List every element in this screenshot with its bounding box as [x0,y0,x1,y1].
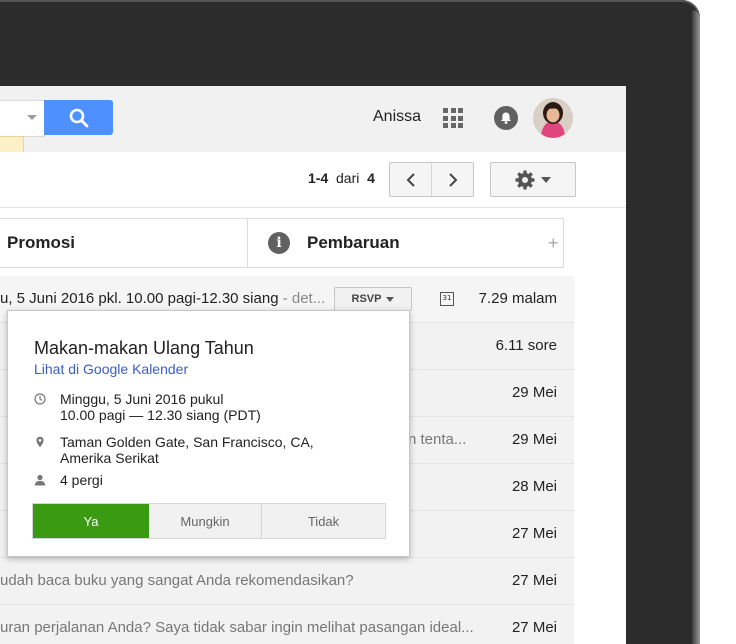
email-row[interactable]: udah baca buku yang sangat Anda rekomend… [0,558,574,605]
rsvp-no-button[interactable]: Tidak [262,504,385,538]
settings-button[interactable] [490,162,576,197]
email-snippet: - det... [278,290,326,307]
email-subject-text: u, 5 Juni 2016 pkl. 10.00 pagi-12.30 sia… [0,290,279,307]
gmail-screen: Anissa 1-4 dari 4 Promosi i Pembaruan + … [0,86,626,644]
rsvp-maybe-button[interactable]: Mungkin [149,504,262,538]
email-snippet: uran perjalanan Anda? Saya tidak sabar i… [0,619,474,636]
pager-of: dari [336,170,360,186]
email-date: 6.11 sore [495,337,557,354]
event-time-line1: Minggu, 5 Juni 2016 pukul [60,391,224,407]
info-icon: i [268,232,290,254]
event-location-line2: Amerika Serikat [60,450,159,466]
event-title: Makan-makan Ulang Tahun [34,338,254,358]
email-date: 7.29 malam [478,290,557,307]
chevron-right-icon [448,172,457,187]
email-snippet: udah baca buku yang sangat Anda rekomend… [0,572,354,589]
event-location-line1: Taman Golden Gate, San Francisco, CA, [60,434,314,450]
search-input[interactable] [0,100,45,137]
search-button[interactable] [44,100,113,135]
tab-pembaruan-label: Pembaruan [307,233,400,252]
email-date: 27 Mei [511,525,557,542]
location-pin-icon [36,436,44,448]
tab-promosi-label: Promosi [7,233,76,252]
email-date: 27 Mei [511,572,557,589]
rsvp-options: Ya Mungkin Tidak [32,503,386,539]
pager-total: 4 [367,170,375,186]
email-subject: u, 5 Juni 2016 pkl. 10.00 pagi-12.30 sia… [0,290,325,307]
header-bar: Anissa [0,86,626,152]
avatar[interactable] [533,98,573,138]
notifications-bell-icon[interactable] [494,106,518,130]
tab-pembaruan[interactable]: i Pembaruan [268,219,400,267]
rsvp-yes-button[interactable]: Ya [33,504,149,538]
email-date: 29 Mei [511,431,557,448]
apps-grid-icon[interactable] [443,108,463,128]
clock-icon [34,393,46,405]
google-calendar-link[interactable]: Lihat di Google Kalender [34,361,188,377]
event-rsvp-popup: Makan-makan Ulang Tahun Lihat di Google … [7,310,410,557]
chevron-left-icon [406,172,415,187]
calendar-icon: 31 [440,292,454,306]
gear-icon [515,170,535,189]
pager-range: 1-4 [308,170,329,186]
user-name[interactable]: Anissa [373,108,421,126]
search-icon [69,108,88,127]
previous-page-button[interactable] [390,163,431,196]
email-row[interactable]: uran perjalanan Anda? Saya tidak sabar i… [0,605,574,644]
search-options-caret-icon[interactable] [27,115,37,120]
mail-toolbar: 1-4 dari 4 [0,152,626,208]
pager-nav [389,162,474,197]
chevron-down-icon [541,176,551,183]
tab-divider [563,219,564,267]
event-time-line2: 10.00 pagi — 12.30 siang (PDT) [60,407,261,423]
chevron-down-icon [386,296,395,302]
tab-promosi[interactable]: Promosi [7,219,75,267]
rsvp-button[interactable]: RSVP [334,287,412,311]
email-snippet: n tenta... [408,431,467,448]
email-date: 29 Mei [511,384,557,401]
person-icon [34,474,46,486]
event-guests-count: 4 pergi [60,472,103,488]
email-date: 28 Mei [511,478,557,495]
category-tabs: Promosi i Pembaruan + [0,218,564,268]
next-page-button[interactable] [431,163,473,196]
tab-divider [247,219,248,267]
pagination-info: 1-4 dari 4 [308,170,375,186]
rsvp-label: RSVP [351,293,382,305]
add-tab-plus-icon[interactable]: + [548,233,559,254]
email-date: 27 Mei [511,619,557,636]
device-edge [692,10,700,644]
